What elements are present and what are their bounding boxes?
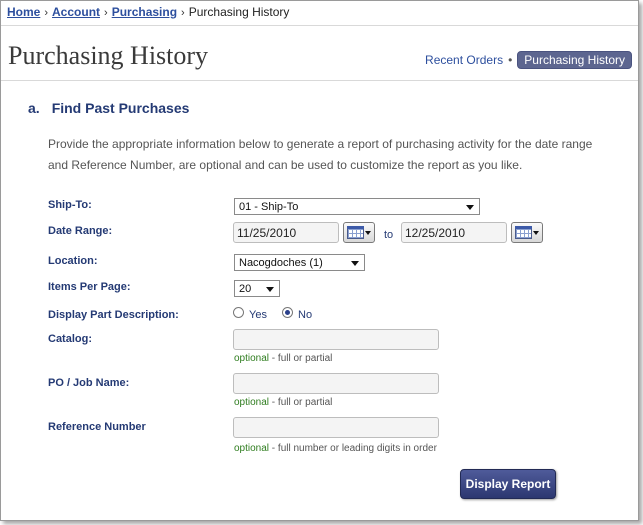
date-to-input[interactable]: 12/25/2010 bbox=[401, 222, 507, 243]
date-range-to-label: to bbox=[384, 229, 394, 241]
ship-to-value: 01 - Ship-To bbox=[239, 201, 299, 213]
page-frame: Home › Account › Purchasing › Purchasing Histo… bbox=[0, 0, 639, 521]
description-line: Provide the appropriate information belo… bbox=[48, 137, 593, 151]
page-title: Purchasing History bbox=[8, 41, 209, 70]
display-part-description-label: Display Part Description: bbox=[48, 309, 179, 321]
breadcrumb: Home › Account › Purchasing › Purchasing Histo… bbox=[7, 5, 289, 19]
breadcrumb-account-link[interactable]: Account bbox=[52, 5, 100, 19]
optional-tag: optional bbox=[234, 443, 270, 454]
breadcrumb-separator: › bbox=[104, 7, 108, 19]
radio-no-label: No bbox=[298, 309, 313, 321]
items-per-page-select[interactable]: 20 bbox=[234, 280, 280, 297]
breadcrumb-separator: › bbox=[181, 7, 185, 19]
chevron-down-icon bbox=[533, 231, 539, 235]
date-range-label: Date Range: bbox=[48, 225, 113, 237]
date-from-calendar-button[interactable] bbox=[343, 222, 375, 243]
hint-text: - full or partial bbox=[269, 353, 333, 364]
breadcrumb-current: Purchasing History bbox=[188, 5, 290, 19]
breadcrumb-home-link[interactable]: Home bbox=[7, 5, 40, 19]
po-job-name-label: PO / Job Name: bbox=[48, 377, 130, 389]
ship-to-label: Ship-To: bbox=[48, 199, 92, 211]
optional-tag: optional bbox=[234, 353, 270, 364]
description-line: and Reference Number, are optional and c… bbox=[48, 158, 523, 172]
location-value: Nacogdoches (1) bbox=[239, 257, 323, 269]
date-from-input[interactable]: 11/25/2010 bbox=[233, 222, 339, 243]
optional-tag: optional bbox=[234, 397, 270, 408]
nav-separator: • bbox=[508, 53, 513, 67]
radio-yes-label: Yes bbox=[249, 309, 267, 321]
chevron-down-icon bbox=[266, 287, 274, 292]
section-number: a. bbox=[28, 100, 40, 116]
section-heading: a. Find Past Purchases bbox=[28, 100, 189, 116]
date-to-calendar-button[interactable] bbox=[511, 222, 543, 243]
items-per-page-value: 20 bbox=[239, 283, 252, 295]
divider bbox=[1, 80, 638, 81]
po-job-name-input[interactable] bbox=[233, 373, 439, 394]
catalog-hint: optional - full or partial bbox=[234, 353, 332, 364]
breadcrumb-purchasing-link[interactable]: Purchasing bbox=[112, 5, 177, 19]
nav-purchasing-history-tab[interactable]: Purchasing History bbox=[517, 51, 632, 69]
items-per-page-label: Items Per Page: bbox=[48, 281, 131, 293]
location-select[interactable]: Nacogdoches (1) bbox=[234, 254, 365, 271]
header-nav: Recent Orders • Purchasing History bbox=[425, 51, 632, 69]
chevron-down-icon bbox=[466, 205, 474, 210]
chevron-down-icon bbox=[351, 261, 359, 266]
section-title: Find Past Purchases bbox=[51, 100, 190, 116]
breadcrumb-separator: › bbox=[44, 7, 49, 19]
po-job-name-hint: optional - full or partial bbox=[234, 397, 332, 408]
chevron-down-icon bbox=[365, 231, 371, 235]
ship-to-select[interactable]: 01 - Ship-To bbox=[234, 198, 480, 215]
display-report-button[interactable]: Display Report bbox=[460, 469, 556, 499]
section-description: Provide the appropriate information belo… bbox=[48, 134, 592, 176]
hint-text: - full number or leading digits in order bbox=[269, 443, 437, 454]
location-label: Location: bbox=[48, 255, 98, 267]
reference-number-hint: optional - full number or leading digits… bbox=[234, 443, 437, 454]
reference-number-label: Reference Number bbox=[48, 421, 146, 433]
catalog-input[interactable] bbox=[233, 329, 439, 350]
radio-no[interactable] bbox=[282, 307, 293, 318]
hint-text: - full or partial bbox=[269, 397, 333, 408]
catalog-label: Catalog: bbox=[48, 333, 92, 345]
divider bbox=[1, 25, 638, 26]
radio-yes[interactable] bbox=[233, 307, 244, 318]
reference-number-input[interactable] bbox=[233, 417, 439, 438]
nav-recent-orders-link[interactable]: Recent Orders bbox=[425, 53, 503, 67]
